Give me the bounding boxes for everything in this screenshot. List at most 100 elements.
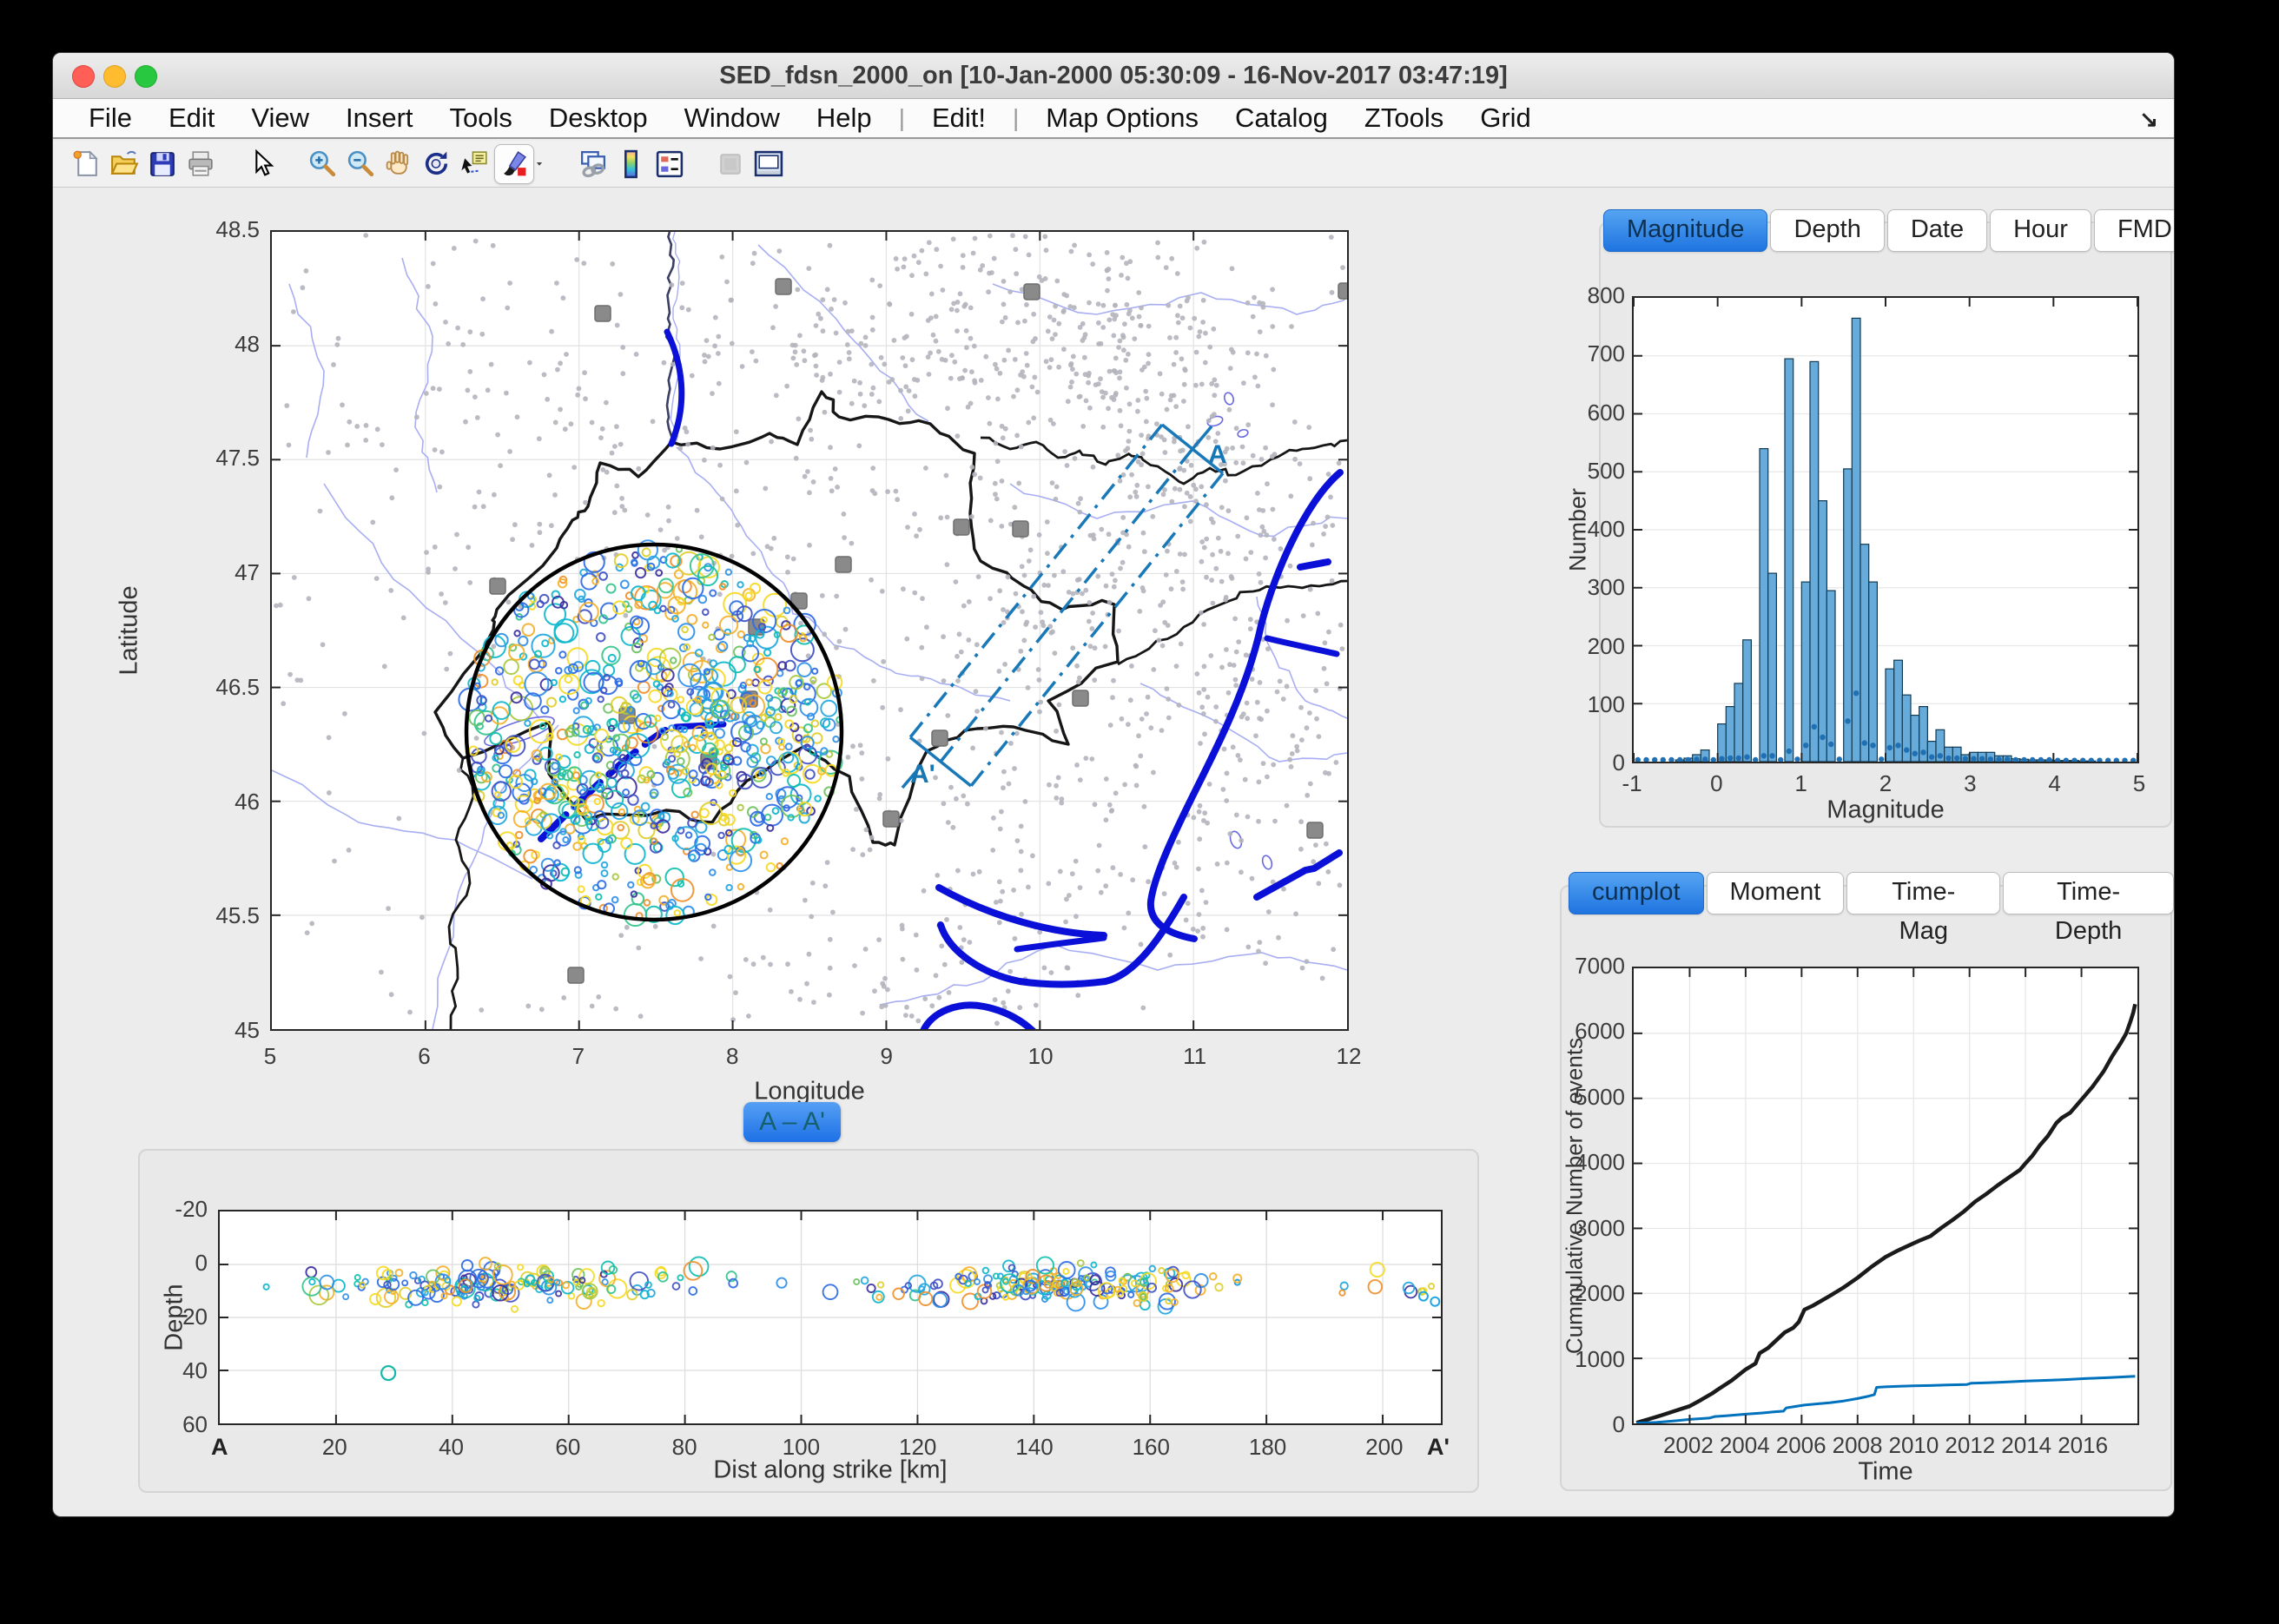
insert-legend-icon (654, 149, 685, 180)
insert-colorbar-button[interactable] (612, 145, 651, 183)
menu-item-help[interactable]: Help (798, 102, 890, 134)
xs-xtick-80: 80 (663, 1434, 706, 1461)
zoom-in-button[interactable] (303, 145, 341, 183)
save-button[interactable] (143, 145, 182, 183)
dock-figure-button[interactable] (750, 145, 788, 183)
hist-xtick-2: 2 (1864, 770, 1907, 797)
xs-end-a-prime: A' (1427, 1434, 1450, 1461)
hist-ytick-700: 700 (1562, 340, 1625, 367)
map-ytick-47: 47 (183, 559, 260, 586)
insert-legend-button[interactable] (651, 145, 689, 183)
menu-item-grid[interactable]: Grid (1462, 102, 1549, 134)
map-ytick-46.5: 46.5 (183, 674, 260, 701)
zoom-out-button[interactable] (341, 145, 380, 183)
new-document-button[interactable] (67, 145, 105, 183)
xs-xtick-100: 100 (779, 1434, 822, 1461)
xs-ytick-40: 40 (149, 1357, 208, 1384)
cumplot-plot[interactable] (1632, 967, 2139, 1425)
zmap-seismicity-window: SED_fdsn_2000_on [10-Jan-2000 05:30:09 -… (52, 52, 2175, 1517)
pointer-icon (246, 149, 277, 180)
tab-depth[interactable]: Depth (1770, 209, 1884, 252)
tab-time-mag[interactable]: Time-Mag (1846, 872, 2000, 914)
map-xtick-9: 9 (865, 1043, 908, 1070)
menu-item-insert[interactable]: Insert (327, 102, 432, 134)
cum-ytick-6000: 6000 (1552, 1018, 1625, 1045)
new-document-icon (70, 149, 102, 180)
cross-section-button-label: A – A' (759, 1107, 825, 1136)
dock-figure-icon (753, 149, 784, 180)
print-button[interactable] (182, 145, 220, 183)
cum-xtick-2016: 2016 (2048, 1432, 2117, 1459)
tab-fmd[interactable]: FMD (2094, 209, 2175, 252)
seismicity-map-canvas: A A' (272, 232, 1347, 1029)
brush-caret-button[interactable] (534, 145, 552, 183)
menu-item-desktop[interactable]: Desktop (531, 102, 666, 134)
tab-date[interactable]: Date (1887, 209, 1987, 252)
map-xtick-5: 5 (248, 1043, 292, 1070)
hist-xtick-3: 3 (1948, 770, 1992, 797)
seismicity-map-plot[interactable]: A A' (270, 230, 1349, 1031)
menu-item-catalog[interactable]: Catalog (1217, 102, 1346, 134)
map-xtick-11: 11 (1173, 1043, 1217, 1070)
title-bar[interactable]: SED_fdsn_2000_on [10-Jan-2000 05:30:09 -… (53, 53, 2174, 99)
cum-ytick-1000: 1000 (1552, 1346, 1625, 1373)
menu-separator: | (1004, 104, 1027, 132)
hist-xlabel: Magnitude (1827, 796, 1944, 825)
dock-arrow-icon[interactable]: ↘ (2139, 99, 2158, 139)
tab-cumplot[interactable]: cumplot (1569, 872, 1704, 914)
cross-section-button[interactable]: A – A' (743, 1102, 841, 1142)
xs-xtick-180: 180 (1246, 1434, 1290, 1461)
xs-xtick-120: 120 (896, 1434, 940, 1461)
hide-plot-tools-button[interactable] (711, 145, 750, 183)
brush-button[interactable] (494, 144, 534, 184)
window-title: SED_fdsn_2000_on [10-Jan-2000 05:30:09 -… (53, 53, 2174, 98)
xs-xtick-40: 40 (430, 1434, 473, 1461)
desktop: SED_fdsn_2000_on [10-Jan-2000 05:30:09 -… (0, 0, 2279, 1624)
menu-item-edit-[interactable]: Edit! (914, 102, 1004, 134)
hist-ytick-500: 500 (1562, 458, 1625, 485)
cross-section-canvas (220, 1211, 1441, 1423)
xs-xtick-160: 160 (1129, 1434, 1173, 1461)
brush-icon (499, 149, 530, 180)
tab-magnitude[interactable]: Magnitude (1603, 209, 1767, 252)
hist-ytick-300: 300 (1562, 574, 1625, 601)
cross-section-plot[interactable] (218, 1210, 1443, 1425)
data-cursor-button[interactable] (456, 145, 494, 183)
open-folder-icon (109, 149, 140, 180)
map-ytick-48.5: 48.5 (183, 216, 260, 243)
hist-xtick-5: 5 (2117, 770, 2161, 797)
menu-item-view[interactable]: View (233, 102, 327, 134)
map-xtick-12: 12 (1327, 1043, 1371, 1070)
link-plots-button[interactable] (574, 145, 612, 183)
save-icon (147, 149, 178, 180)
open-folder-button[interactable] (105, 145, 143, 183)
pan-hand-icon (383, 149, 414, 180)
cum-ytick-0: 0 (1552, 1411, 1625, 1438)
histogram-plot[interactable] (1632, 296, 2139, 763)
cum-ytick-7000: 7000 (1552, 953, 1625, 980)
svg-text:A: A (1208, 440, 1227, 469)
menu-item-ztools[interactable]: ZTools (1346, 102, 1462, 134)
tab-time-depth[interactable]: Time-Depth (2003, 872, 2174, 914)
menu-item-edit[interactable]: Edit (150, 102, 233, 134)
menu-item-tools[interactable]: Tools (432, 102, 531, 134)
tab-moment[interactable]: Moment (1707, 872, 1845, 914)
menu-bar: FileEditViewInsertToolsDesktopWindowHelp… (53, 99, 2174, 139)
hist-ytick-800: 800 (1562, 282, 1625, 309)
map-xtick-6: 6 (402, 1043, 446, 1070)
hist-ytick-100: 100 (1562, 691, 1625, 718)
rotate-3d-button[interactable] (418, 145, 456, 183)
hist-xtick-0: 0 (1694, 770, 1738, 797)
toolbar (53, 141, 2174, 188)
menu-item-file[interactable]: File (70, 102, 150, 134)
cum-ytick-5000: 5000 (1552, 1084, 1625, 1111)
svg-text:A': A' (910, 760, 935, 789)
xs-ytick-60: 60 (149, 1411, 208, 1438)
zoom-in-icon (307, 149, 338, 180)
menu-item-window[interactable]: Window (666, 102, 798, 134)
menu-item-map-options[interactable]: Map Options (1027, 102, 1217, 134)
pan-hand-button[interactable] (380, 145, 418, 183)
tab-hour[interactable]: Hour (1990, 209, 2091, 252)
xs-ytick--20: -20 (149, 1196, 208, 1223)
pointer-button[interactable] (242, 145, 281, 183)
